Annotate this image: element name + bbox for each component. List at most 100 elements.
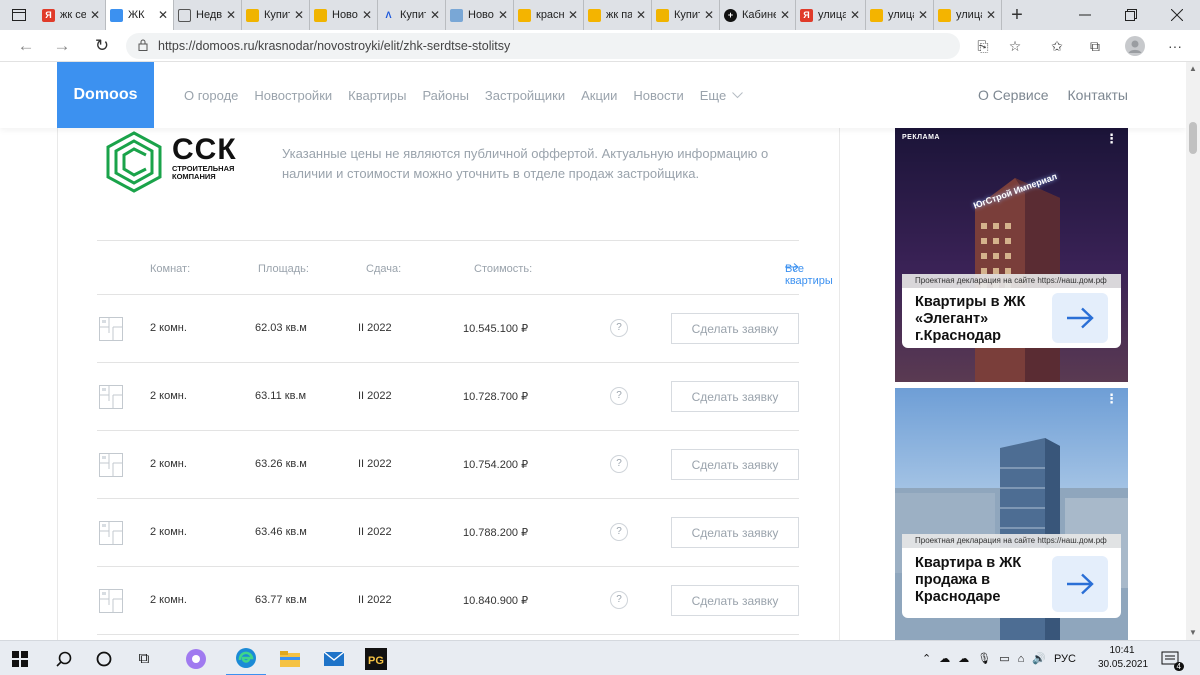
browser-tab[interactable]: красна✕ [514, 0, 584, 30]
cloud-icon[interactable]: ☁ [958, 652, 969, 665]
pg-app[interactable]: PG [356, 641, 396, 675]
close-tab-icon[interactable]: ✕ [985, 8, 997, 22]
close-tab-icon[interactable]: ✕ [429, 8, 441, 22]
task-view-button[interactable]: ⧉ [124, 641, 164, 675]
language-indicator[interactable]: РУС [1054, 653, 1076, 665]
favorites-button[interactable]: ✩ [1042, 30, 1072, 62]
nav-item-more[interactable]: Еще [700, 88, 744, 103]
browser-tab[interactable]: жк пан✕ [584, 0, 652, 30]
nav-item-districts[interactable]: Районы [422, 88, 468, 103]
help-icon[interactable]: ? [610, 387, 628, 405]
microphone-icon[interactable]: 🎙 [977, 652, 991, 665]
floor-plan-icon[interactable] [99, 453, 123, 477]
request-button[interactable]: Сделать заявку [671, 313, 799, 344]
start-button[interactable] [0, 641, 40, 675]
tab-actions-button[interactable] [0, 0, 38, 30]
reload-button[interactable]: ↻ [86, 30, 118, 62]
scroll-up-arrow-icon[interactable]: ▲ [1186, 62, 1200, 76]
site-logo[interactable]: Domoos [57, 62, 154, 128]
ad-options-button[interactable]: ⋮ [1105, 131, 1118, 147]
nav-item-contacts[interactable]: Контакты [1068, 87, 1128, 103]
help-icon[interactable]: ? [610, 319, 628, 337]
notifications-button[interactable]: 4 [1152, 641, 1188, 675]
file-explorer-app[interactable] [270, 641, 310, 675]
browser-tab[interactable]: Новост✕ [310, 0, 378, 30]
floor-plan-icon[interactable] [99, 521, 123, 545]
all-apartments-link[interactable]: Все квартиры [785, 263, 833, 287]
edge-app[interactable] [226, 641, 266, 675]
scrollbar-thumb[interactable] [1189, 122, 1197, 154]
browser-tab[interactable]: Новост✕ [446, 0, 514, 30]
onedrive-icon[interactable]: ☁ [939, 652, 950, 665]
nav-item-new-buildings[interactable]: Новостройки [254, 88, 332, 103]
show-hidden-icons-chevron-icon[interactable]: ⌃ [922, 652, 931, 665]
profile-button[interactable] [1120, 30, 1150, 62]
back-button[interactable]: ← [10, 30, 42, 62]
browser-tab[interactable]: Недвиж✕ [174, 0, 242, 30]
network-icon[interactable]: ⌂ [1018, 653, 1025, 665]
browser-tab[interactable]: + Кабине ✕ [720, 0, 796, 30]
page-scrollbar[interactable]: ▲ ▼ [1186, 62, 1200, 640]
close-tab-icon[interactable]: ✕ [361, 8, 373, 22]
nav-item-city[interactable]: О городе [184, 88, 238, 103]
clock[interactable]: 10:41 30.05.2021 [1098, 644, 1148, 672]
url-field[interactable]: https://domoos.ru/krasnodar/novostroyki/… [126, 33, 960, 59]
ad-go-button[interactable] [1052, 293, 1108, 343]
close-tab-icon[interactable]: ✕ [567, 8, 579, 22]
request-button[interactable]: Сделать заявку [671, 517, 799, 548]
browser-tab[interactable]: Яжк серд✕ [38, 0, 106, 30]
browser-tab[interactable]: ЖК ✕ [106, 0, 174, 30]
floor-plan-icon[interactable] [99, 589, 123, 613]
restore-button[interactable] [1108, 0, 1154, 30]
alice-app[interactable] [176, 641, 216, 675]
ad-options-button[interactable]: ⋮ [1105, 391, 1118, 407]
settings-menu-button[interactable]: ··· [1160, 30, 1190, 62]
browser-tab[interactable]: Λ Купить✕ [378, 0, 446, 30]
forward-button[interactable]: → [46, 30, 78, 62]
request-button[interactable]: Сделать заявку [671, 585, 799, 616]
close-tab-icon[interactable]: ✕ [703, 8, 715, 22]
floor-plan-icon[interactable] [99, 385, 123, 409]
volume-icon[interactable]: 🔊 [1032, 652, 1046, 665]
add-favorite-button[interactable]: ☆ [1000, 30, 1030, 62]
help-icon[interactable]: ? [610, 591, 628, 609]
collections-button[interactable]: ⧉ [1080, 30, 1110, 62]
mail-app[interactable] [314, 641, 354, 675]
help-icon[interactable]: ? [610, 523, 628, 541]
ad-go-button[interactable] [1052, 556, 1108, 612]
ad-card[interactable]: Квартиры в ЖК «Элегант» г.Краснодар [902, 288, 1121, 348]
close-tab-icon[interactable]: ✕ [157, 8, 169, 22]
scroll-down-arrow-icon[interactable]: ▼ [1186, 626, 1200, 640]
search-button[interactable] [44, 641, 84, 675]
browser-tab[interactable]: улица к✕ [934, 0, 1002, 30]
cortana-button[interactable] [84, 641, 124, 675]
ad-card[interactable]: Квартира в ЖК продажа в Краснодаре [902, 548, 1121, 618]
close-tab-icon[interactable]: ✕ [497, 8, 509, 22]
ad-banner-elegant[interactable]: ЮгСтрой Империал РЕКЛАМА ⋮ Проектная дек… [895, 128, 1128, 382]
close-tab-icon[interactable]: ✕ [779, 8, 791, 22]
request-button[interactable]: Сделать заявку [671, 449, 799, 480]
close-tab-icon[interactable]: ✕ [917, 8, 929, 22]
reader-view-button[interactable]: ⎘ [968, 30, 998, 62]
nav-item-news[interactable]: Новости [633, 88, 683, 103]
browser-tab[interactable]: Купить✕ [242, 0, 310, 30]
browser-tab[interactable]: улица к✕ [866, 0, 934, 30]
close-tab-icon[interactable]: ✕ [293, 8, 305, 22]
browser-tab[interactable]: Купить✕ [652, 0, 720, 30]
battery-icon[interactable]: ▭ [999, 652, 1009, 665]
browser-tab[interactable]: Яулица к✕ [796, 0, 866, 30]
close-window-button[interactable] [1154, 0, 1200, 30]
ad-banner-krasnodar[interactable]: ⋮ Проектная декларация на сайте https://… [895, 388, 1128, 640]
nav-item-developers[interactable]: Застройщики [485, 88, 565, 103]
close-tab-icon[interactable]: ✕ [849, 8, 861, 22]
floor-plan-icon[interactable] [99, 317, 123, 341]
close-tab-icon[interactable]: ✕ [635, 8, 647, 22]
nav-item-promotions[interactable]: Акции [581, 88, 617, 103]
nav-item-apartments[interactable]: Квартиры [348, 88, 406, 103]
request-button[interactable]: Сделать заявку [671, 381, 799, 412]
help-icon[interactable]: ? [610, 455, 628, 473]
close-tab-icon[interactable]: ✕ [89, 8, 101, 22]
close-tab-icon[interactable]: ✕ [225, 8, 237, 22]
new-tab-button[interactable]: + [1002, 0, 1032, 30]
nav-item-about-service[interactable]: О Сервисе [978, 87, 1049, 103]
